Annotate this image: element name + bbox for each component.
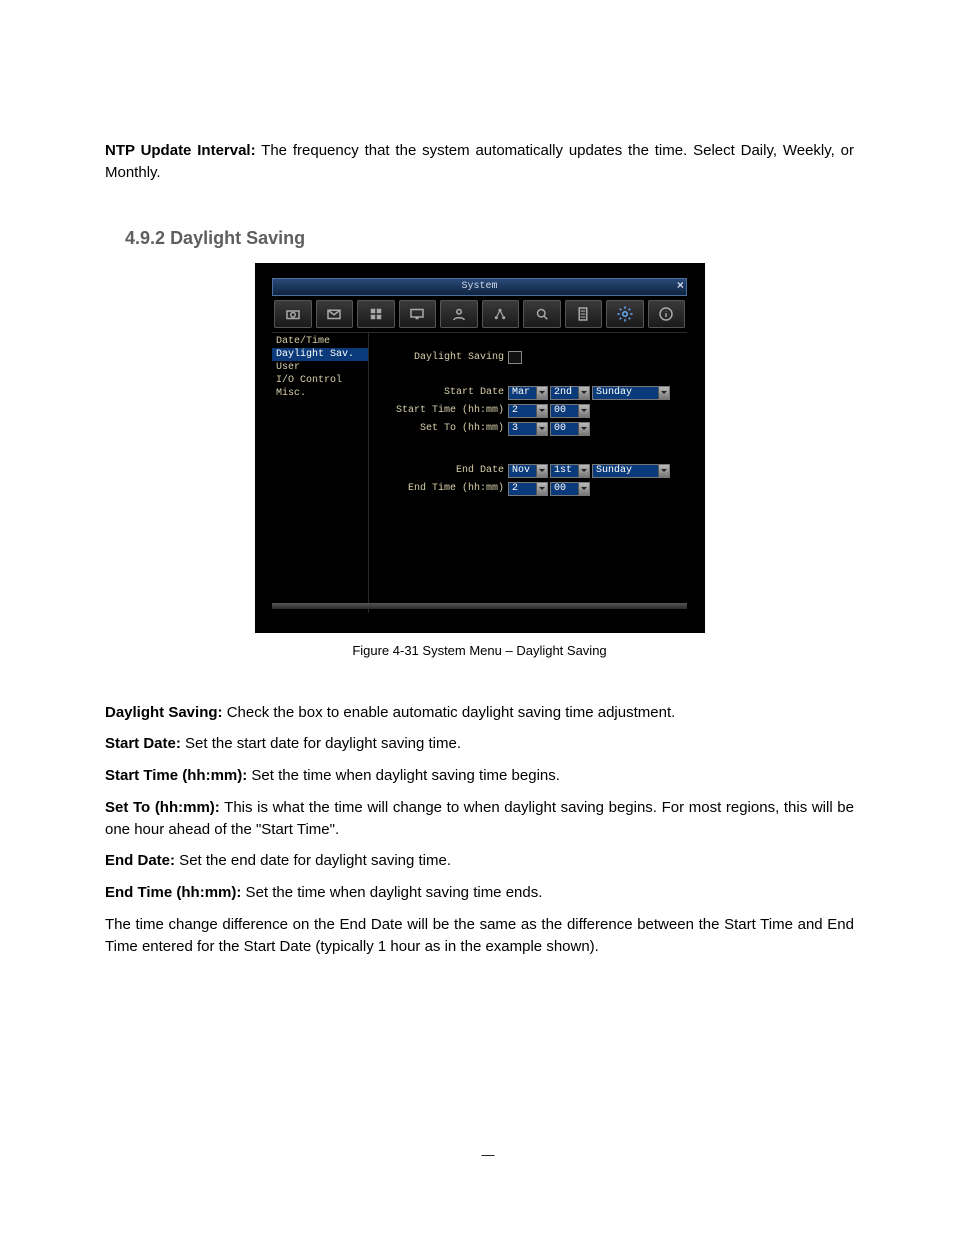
end-date-ord-dropdown[interactable]: 1st — [550, 464, 590, 478]
def-set-to: Set To (hh:mm): This is what the time wi… — [105, 797, 854, 841]
toolbar-btn-info[interactable] — [648, 300, 686, 328]
intro-label: NTP Update Interval: — [105, 142, 256, 159]
end-time-hh-dropdown[interactable]: 2 — [508, 482, 548, 496]
chevron-down-icon — [536, 483, 547, 495]
page-number: — — [105, 1147, 854, 1162]
def-start-date: Start Date: Set the start date for dayli… — [105, 733, 854, 755]
dst-label: Daylight Saving — [379, 352, 508, 363]
toolbar-btn-display[interactable] — [399, 300, 437, 328]
window-title: System — [461, 281, 497, 292]
end-time-label: End Time (hh:mm) — [379, 483, 508, 494]
toolbar-btn-network[interactable] — [482, 300, 520, 328]
toolbar-btn-camera[interactable] — [274, 300, 312, 328]
chevron-down-icon — [578, 423, 589, 435]
start-time-hh-dropdown[interactable]: 2 — [508, 404, 548, 418]
start-date-day-dropdown[interactable]: Sunday — [592, 386, 670, 400]
close-icon[interactable]: × — [677, 279, 684, 293]
figure-caption: Figure 4-31 System Menu – Daylight Savin… — [255, 643, 705, 658]
chevron-down-icon — [536, 405, 547, 417]
set-to-label: Set To (hh:mm) — [379, 423, 508, 434]
sidebar: Date/Time Daylight Sav. User I/O Control… — [272, 333, 369, 613]
chevron-down-icon — [578, 387, 589, 399]
set-to-hh-dropdown[interactable]: 3 — [508, 422, 548, 436]
page: NTP Update Interval: The frequency that … — [0, 0, 954, 1222]
dst-checkbox[interactable] — [508, 351, 522, 364]
end-time-mm-dropdown[interactable]: 00 — [550, 482, 590, 496]
toolbar-btn-grid[interactable] — [357, 300, 395, 328]
start-date-month-dropdown[interactable]: Mar — [508, 386, 548, 400]
chevron-down-icon — [578, 483, 589, 495]
definition-list: Daylight Saving: Check the box to enable… — [105, 702, 854, 904]
def-start-time: Start Time (hh:mm): Set the time when da… — [105, 765, 854, 787]
section-title: Daylight Saving — [170, 228, 305, 248]
sidebar-item-daylight[interactable]: Daylight Sav. — [272, 348, 368, 361]
toolbar-btn-search[interactable] — [523, 300, 561, 328]
toolbar — [272, 296, 687, 333]
closing-paragraph: The time change difference on the End Da… — [105, 914, 854, 958]
status-bar — [272, 603, 687, 609]
screenshot: System × Date/Time — [255, 263, 705, 633]
def-end-date: End Date: Set the end date for daylight … — [105, 850, 854, 872]
chevron-down-icon — [578, 405, 589, 417]
section-number: 4.9.2 — [125, 228, 165, 248]
toolbar-btn-doc[interactable] — [565, 300, 603, 328]
chevron-down-icon — [658, 387, 669, 399]
def-daylight-saving: Daylight Saving: Check the box to enable… — [105, 702, 854, 724]
def-end-time: End Time (hh:mm): Set the time when dayl… — [105, 882, 854, 904]
end-date-day-dropdown[interactable]: Sunday — [592, 464, 670, 478]
toolbar-btn-user[interactable] — [440, 300, 478, 328]
section-heading: 4.9.2 Daylight Saving — [125, 228, 854, 249]
sidebar-item-user[interactable]: User — [272, 361, 368, 374]
sidebar-item-datetime[interactable]: Date/Time — [272, 335, 368, 348]
start-date-label: Start Date — [379, 387, 508, 398]
chevron-down-icon — [536, 465, 547, 477]
chevron-down-icon — [536, 423, 547, 435]
end-date-label: End Date — [379, 465, 508, 476]
toolbar-btn-mail[interactable] — [316, 300, 354, 328]
figure-wrapper: System × Date/Time — [255, 263, 705, 658]
start-date-ord-dropdown[interactable]: 2nd — [550, 386, 590, 400]
chevron-down-icon — [536, 387, 547, 399]
intro-paragraph: NTP Update Interval: The frequency that … — [105, 140, 854, 184]
chevron-down-icon — [578, 465, 589, 477]
end-date-month-dropdown[interactable]: Nov — [508, 464, 548, 478]
set-to-mm-dropdown[interactable]: 00 — [550, 422, 590, 436]
chevron-down-icon — [658, 465, 669, 477]
toolbar-btn-gear[interactable] — [606, 300, 644, 328]
start-time-label: Start Time (hh:mm) — [379, 405, 508, 416]
window-titlebar: System × — [272, 278, 687, 296]
start-time-mm-dropdown[interactable]: 00 — [550, 404, 590, 418]
settings-panel: Daylight Saving Start Date Mar 2nd Sunda… — [369, 333, 687, 613]
sidebar-item-misc[interactable]: Misc. — [272, 387, 368, 400]
sidebar-item-io[interactable]: I/O Control — [272, 374, 368, 387]
